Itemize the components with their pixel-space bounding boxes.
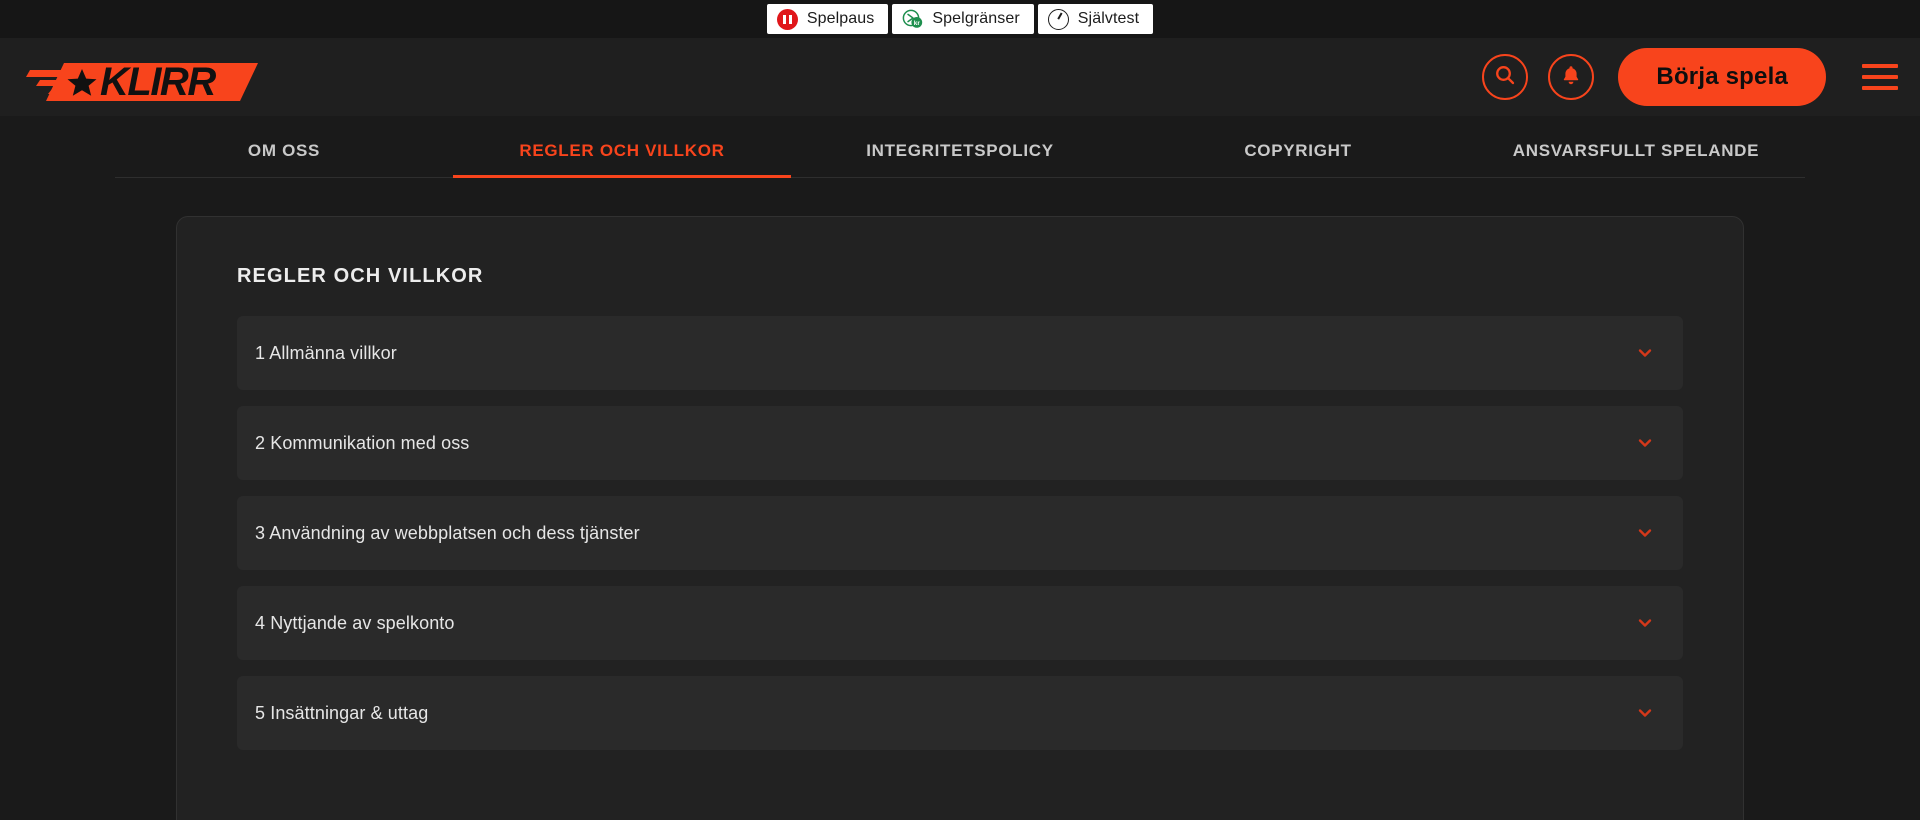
chevron-down-icon[interactable] [1635, 613, 1655, 633]
accordion-item-5[interactable]: 5 Insättningar & uttag [237, 676, 1683, 750]
pause-circle-icon [776, 8, 798, 30]
tab-ansvarsfullt-spelande[interactable]: ANSVARSFULLT SPELANDE [1467, 141, 1805, 178]
accordion-item-label: 1 Allmänna villkor [255, 342, 397, 363]
terms-panel: REGLER OCH VILLKOR 1 Allmänna villkor 2 … [176, 216, 1744, 820]
accordion-item-1[interactable]: 1 Allmänna villkor [237, 316, 1683, 390]
spelgranser-icon: kr [902, 9, 923, 30]
regulator-chip-label: Självtest [1077, 10, 1140, 27]
accordion-item-label: 3 Användning av webbplatsen och dess tjä… [255, 522, 640, 543]
accordion-item-label: 4 Nyttjande av spelkonto [255, 612, 455, 633]
gauge-clock-icon [1047, 8, 1069, 30]
regulator-chip-spelpaus[interactable]: Spelpaus [766, 4, 889, 34]
tab-copyright[interactable]: COPYRIGHT [1129, 141, 1467, 178]
hamburger-menu-icon[interactable] [1862, 64, 1898, 90]
accordion-item-label: 2 Kommunikation med oss [255, 432, 470, 453]
chevron-down-icon[interactable] [1635, 343, 1655, 363]
notifications-button[interactable] [1548, 54, 1595, 100]
bell-icon [1559, 63, 1583, 92]
chevron-down-icon[interactable] [1635, 433, 1655, 453]
svg-text:kr: kr [914, 19, 921, 26]
search-button[interactable] [1482, 54, 1529, 100]
section-tabs: OM OSS REGLER OCH VILLKOR INTEGRITETSPOL… [0, 116, 1920, 178]
regulator-chip-label: Spelpaus [806, 10, 875, 27]
start-playing-button[interactable]: Börja spela [1618, 48, 1826, 106]
header-actions: Börja spela [1482, 48, 1898, 106]
accordion-item-3[interactable]: 3 Användning av webbplatsen och dess tjä… [237, 496, 1683, 570]
tab-integritetspolicy[interactable]: INTEGRITETSPOLICY [791, 141, 1129, 178]
accordion-item-2[interactable]: 2 Kommunikation med oss [237, 406, 1683, 480]
accordion-item-4[interactable]: 4 Nyttjande av spelkonto [237, 586, 1683, 660]
chevron-down-icon[interactable] [1635, 523, 1655, 543]
klirr-logo[interactable]: KLIRR [26, 51, 258, 103]
regulator-chip-sjalvtest[interactable]: Självtest [1037, 4, 1154, 34]
regulator-chip-label: Spelgränser [932, 10, 1020, 27]
page-title: REGLER OCH VILLKOR [237, 265, 484, 287]
content-wrapper: REGLER OCH VILLKOR 1 Allmänna villkor 2 … [0, 178, 1920, 820]
tab-om-oss[interactable]: OM OSS [115, 141, 453, 178]
logo-wordmark: KLIRR [100, 60, 216, 103]
site-header: KLIRR Börja spela [0, 38, 1920, 116]
accordion-item-label: 5 Insättningar & uttag [255, 702, 429, 723]
search-icon [1493, 63, 1517, 92]
regulator-chip-spelgranser[interactable]: kr Spelgränser [892, 4, 1034, 34]
chevron-down-icon[interactable] [1635, 703, 1655, 723]
regulator-bar: Spelpaus kr Spelgränser Självtest [0, 0, 1920, 38]
tab-regler-och-villkor[interactable]: REGLER OCH VILLKOR [453, 141, 791, 178]
